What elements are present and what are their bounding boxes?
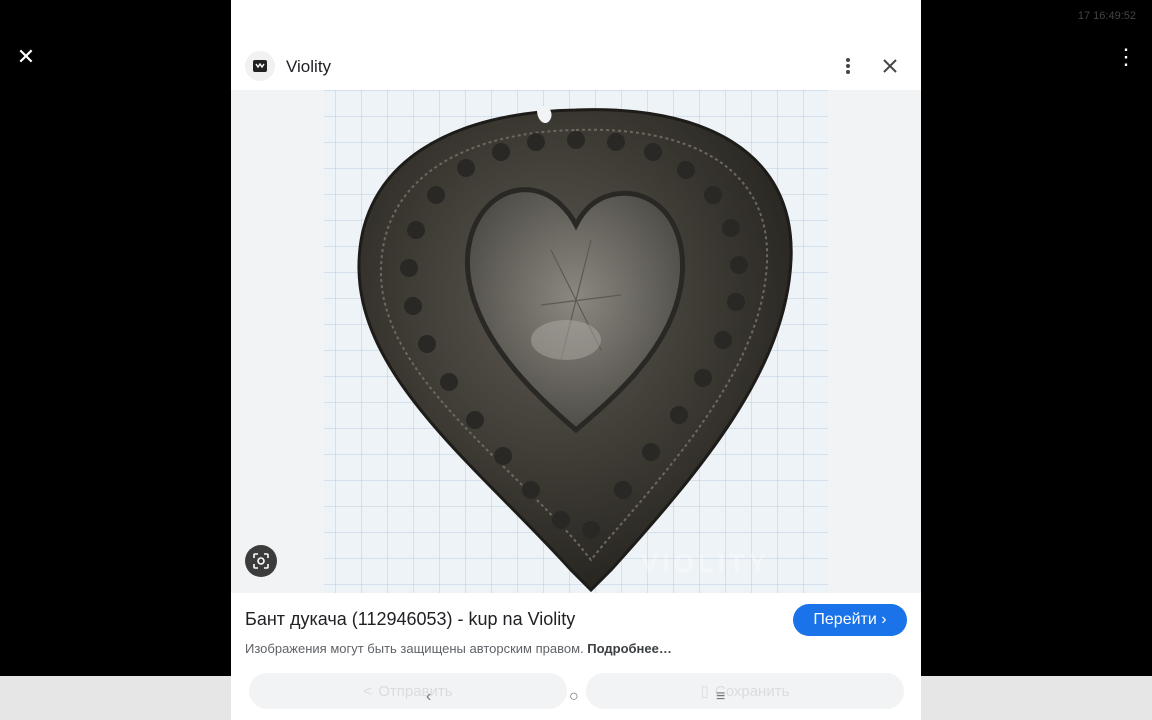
save-label: Сохранить — [714, 682, 790, 700]
visit-button[interactable]: Перейти › — [793, 604, 907, 636]
nav-home-icon[interactable]: ○ — [569, 688, 579, 706]
image-watermark: VIOLITY — [641, 548, 770, 578]
copyright-text: Изображения могут быть защищены авторски… — [245, 641, 584, 656]
save-button[interactable]: ▯ Сохранить — [586, 673, 904, 709]
status-time: 17 16:49:52 — [1077, 10, 1136, 22]
close-icon[interactable]: ✕ — [14, 45, 38, 69]
result-title[interactable]: Бант дукача (112946053) - kup na Violity — [245, 609, 575, 630]
more-vert-icon[interactable]: ⋮ — [1114, 45, 1138, 69]
panel-header: Violity — [231, 40, 921, 90]
site-favicon — [245, 51, 275, 81]
share-button[interactable]: < Отправить — [249, 673, 567, 709]
lens-search-icon[interactable] — [245, 545, 277, 577]
share-icon: < — [363, 682, 373, 700]
copyright-notice: Изображения могут быть защищены авторски… — [245, 641, 672, 656]
violity-logo-icon — [253, 60, 267, 72]
preview-image[interactable]: VIOLITY — [231, 90, 921, 593]
learn-more-link[interactable]: Подробнее… — [587, 641, 672, 656]
site-name[interactable]: Violity — [286, 57, 331, 77]
bookmark-icon: ▯ — [700, 683, 709, 700]
nav-back-icon[interactable]: ‹ — [426, 688, 431, 706]
image-preview-panel: Violity VIOLITY Бант дукача (112946053) … — [231, 0, 921, 720]
share-label: Отправить — [378, 682, 453, 700]
more-options-icon[interactable] — [837, 55, 859, 77]
close-panel-icon[interactable] — [879, 55, 901, 77]
nav-recents-icon[interactable]: ≡ — [716, 688, 725, 706]
